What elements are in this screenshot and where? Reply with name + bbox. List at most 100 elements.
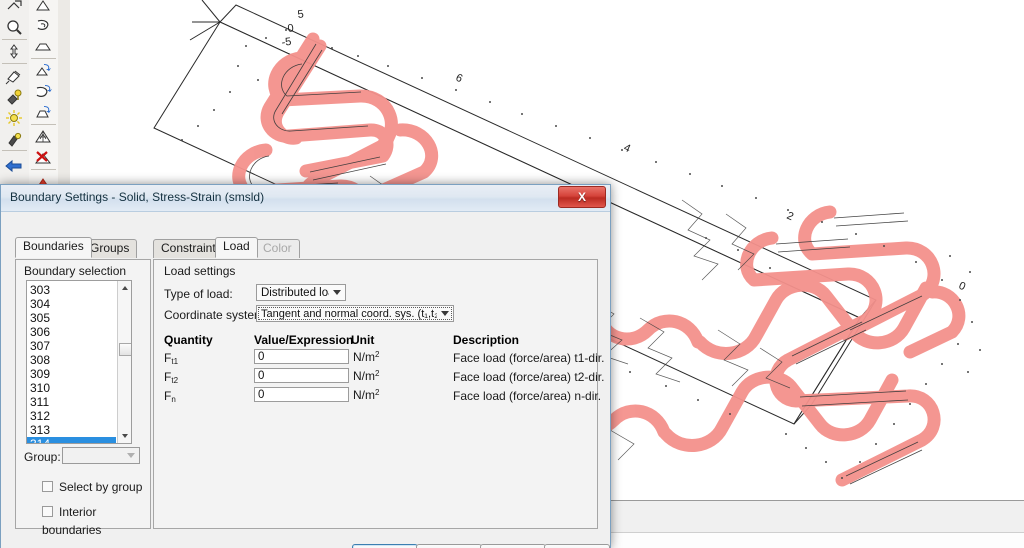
delete-mesh-icon[interactable]	[29, 147, 56, 168]
boundary-selection-panel: Boundary selection 303 304 305 306 307 3…	[15, 259, 151, 537]
boundary-settings-dialog: Boundary Settings - Solid, Stress-Strain…	[0, 184, 611, 548]
select-by-group-label: Select by group	[59, 480, 143, 494]
list-item[interactable]: 312	[27, 409, 116, 423]
geom-cone-icon[interactable]	[29, 0, 56, 15]
cancel-button[interactable]: Cancel	[416, 544, 482, 548]
list-item[interactable]: 305	[27, 311, 116, 325]
unit-superscript: 2	[375, 388, 380, 397]
listbox-scrollbar[interactable]	[117, 281, 131, 443]
toolbar-view-column[interactable]	[0, 0, 30, 197]
close-button[interactable]: X	[558, 186, 606, 208]
list-item-selected[interactable]: 314	[27, 437, 116, 443]
toolbar-geometry-column[interactable]	[29, 0, 59, 215]
toolbar-separator	[31, 58, 56, 59]
toolbar-separator	[2, 150, 27, 151]
toolbar-separator	[2, 39, 27, 40]
left-tabstrip: Boundaries Groups	[15, 237, 145, 259]
value-field-ft1[interactable]	[254, 349, 349, 364]
application-window: 5 0 -5 6 4 2 0 0 -0.5 -1	[0, 0, 1024, 548]
list-item[interactable]: 307	[27, 339, 116, 353]
geom-trapezoid-icon[interactable]	[29, 36, 56, 57]
scrollbar-thumb[interactable]	[119, 343, 131, 356]
tab-color-label: Color	[263, 241, 292, 255]
zoom-extents-icon[interactable]	[0, 41, 27, 62]
load-settings-panel: Load settings Type of load: Distributed …	[153, 259, 604, 529]
unit-superscript: 2	[375, 350, 380, 359]
geom-rotate-c-icon[interactable]	[29, 102, 56, 123]
tab-constraint[interactable]: Constraint	[153, 239, 224, 258]
zoom-box-icon[interactable]	[0, 0, 27, 17]
dialog-title: Boundary Settings - Solid, Stress-Strain…	[10, 190, 265, 204]
list-item[interactable]: 304	[27, 297, 116, 311]
tab-load-label: Load	[223, 239, 250, 253]
help-button[interactable]: Help	[544, 544, 610, 548]
description-ft2: Face load (force/area) t2-dir.	[453, 370, 605, 384]
value-field-ft2[interactable]	[254, 368, 349, 383]
scroll-down-button[interactable]	[118, 429, 131, 443]
quantity-subscript: n	[171, 395, 176, 404]
quantity-fn: Fn	[164, 389, 176, 404]
unit-ft2: N/m2	[353, 369, 379, 383]
arrow-left-icon[interactable]	[0, 155, 27, 176]
list-item[interactable]: 303	[27, 283, 116, 297]
spot-light-icon[interactable]	[0, 128, 27, 149]
tab-color: Color	[255, 239, 300, 258]
boundary-selection-legend: Boundary selection	[24, 264, 127, 278]
coordinate-system-value: Tangent and normal coord. sys. (t₁,t₂,n)	[261, 307, 437, 320]
toolbar-separator	[31, 169, 56, 170]
group-label: Group:	[24, 450, 61, 464]
value-field-fn[interactable]	[254, 387, 349, 402]
dialog-body: Boundaries Groups Boundary selection 303…	[1, 212, 610, 548]
list-item[interactable]: 310	[27, 381, 116, 395]
axis-label-neg5: -5	[281, 36, 292, 49]
column-header-description: Description	[453, 333, 520, 347]
group-combo[interactable]	[62, 447, 140, 464]
chevron-down-icon	[329, 290, 345, 295]
close-icon: X	[577, 190, 586, 204]
list-item[interactable]: 313	[27, 423, 116, 437]
list-item[interactable]: 311	[27, 395, 116, 409]
zoom-magnifier-icon[interactable]	[0, 17, 27, 38]
ok-button[interactable]: OK	[352, 544, 418, 548]
unit-fn: N/m2	[353, 388, 379, 402]
geom-mesh-icon[interactable]	[29, 126, 56, 147]
toolbar-gutter	[58, 0, 70, 186]
tab-constraint-label: Constraint	[161, 241, 216, 255]
sun-light-icon[interactable]	[0, 107, 27, 128]
column-header-unit: Unit	[351, 333, 375, 347]
column-header-value: Value/Expression	[254, 333, 354, 347]
list-item[interactable]: 306	[27, 325, 116, 339]
type-of-load-label: Type of load:	[164, 287, 233, 301]
dialog-titlebar[interactable]: Boundary Settings - Solid, Stress-Strain…	[1, 185, 610, 212]
chevron-down-icon	[437, 311, 453, 316]
unit-superscript: 2	[375, 369, 380, 378]
list-item[interactable]: 308	[27, 353, 116, 367]
tab-boundaries-label: Boundaries	[23, 239, 84, 253]
headlight-icon[interactable]	[0, 65, 27, 86]
unit-base: N/m	[353, 388, 375, 402]
coordinate-system-label: Coordinate system:	[164, 308, 268, 322]
scroll-up-button[interactable]	[118, 281, 131, 295]
geom-rotate-b-icon[interactable]	[29, 81, 56, 102]
interior-boundaries-row[interactable]: Interior boundaries	[42, 503, 150, 539]
unit-base: N/m	[353, 369, 375, 383]
unit-base: N/m	[353, 350, 375, 364]
select-by-group-checkbox[interactable]	[42, 481, 53, 492]
toolbar-separator	[31, 124, 56, 125]
tab-boundaries[interactable]: Boundaries	[15, 237, 92, 258]
geom-revolve-icon[interactable]	[29, 15, 56, 36]
select-by-group-row[interactable]: Select by group	[42, 478, 142, 496]
boundary-listbox[interactable]: 303 304 305 306 307 308 309 310 311 312 …	[26, 280, 132, 444]
quantity-ft2: Ft2	[164, 370, 178, 385]
coordinate-system-combo[interactable]: Tangent and normal coord. sys. (t₁,t₂,n)	[256, 305, 454, 322]
list-item[interactable]: 309	[27, 367, 116, 381]
type-of-load-combo[interactable]: Distributed load	[256, 284, 346, 301]
quantity-subscript: t1	[171, 357, 179, 366]
scene-light-icon[interactable]	[0, 86, 27, 107]
interior-boundaries-checkbox[interactable]	[42, 506, 53, 517]
geom-rotate-a-icon[interactable]	[29, 60, 56, 81]
apply-button[interactable]: Apply	[480, 544, 546, 548]
right-tabstrip: Constraint Load Color	[153, 237, 353, 259]
tab-load[interactable]: Load	[215, 237, 258, 258]
type-of-load-value: Distributed load	[261, 286, 329, 299]
